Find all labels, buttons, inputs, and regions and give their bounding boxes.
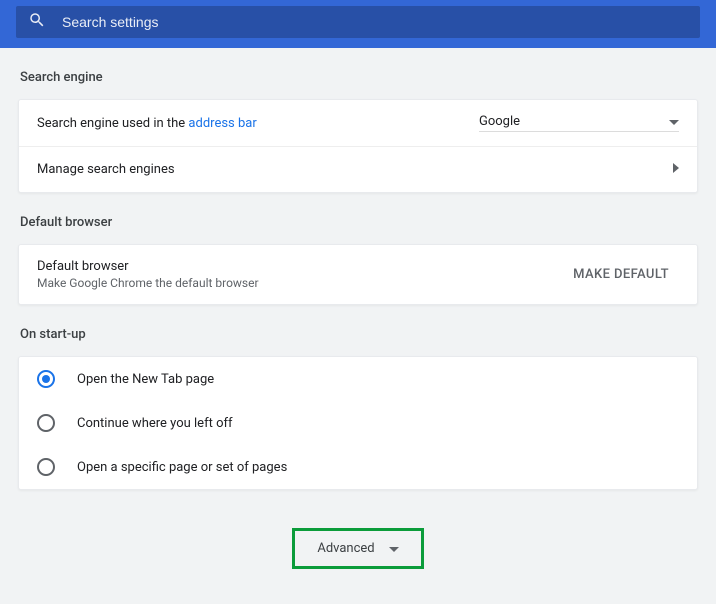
search-engine-label: Search engine used in the address bar (37, 116, 257, 131)
chevron-right-icon (673, 162, 679, 177)
radio-icon (37, 458, 55, 476)
search-settings-box[interactable] (16, 6, 700, 38)
highlight-annotation: Advanced (292, 528, 423, 569)
section-title-startup: On start-up (18, 305, 698, 356)
default-browser-row-sub: Make Google Chrome the default browser (37, 276, 259, 290)
radio-icon (37, 414, 55, 432)
settings-content: Search engine Search engine used in the … (0, 48, 716, 589)
search-engine-row: Search engine used in the address bar Go… (19, 100, 697, 146)
radio-label: Open the New Tab page (77, 372, 214, 387)
manage-search-engines-row[interactable]: Manage search engines (19, 146, 697, 192)
manage-search-engines-label: Manage search engines (37, 162, 175, 177)
radio-label: Open a specific page or set of pages (77, 460, 287, 475)
startup-option-new-tab[interactable]: Open the New Tab page (19, 357, 697, 401)
advanced-section: Advanced (18, 528, 698, 569)
default-browser-row: Default browser Make Google Chrome the d… (19, 245, 697, 304)
row-text: Search engine used in the (37, 116, 188, 131)
caret-down-icon (669, 114, 679, 129)
search-engine-select[interactable]: Google (479, 114, 679, 132)
default-browser-card: Default browser Make Google Chrome the d… (18, 244, 698, 305)
startup-option-continue[interactable]: Continue where you left off (19, 401, 697, 445)
address-bar-link[interactable]: address bar (188, 116, 256, 131)
advanced-label: Advanced (317, 541, 374, 556)
advanced-toggle[interactable]: Advanced (295, 531, 420, 566)
search-icon (28, 11, 46, 33)
caret-down-icon (375, 541, 399, 556)
search-input[interactable] (62, 14, 688, 30)
section-title-default-browser: Default browser (18, 193, 698, 244)
default-browser-row-title: Default browser (37, 259, 259, 274)
startup-card: Open the New Tab page Continue where you… (18, 356, 698, 490)
radio-icon (37, 370, 55, 388)
radio-label: Continue where you left off (77, 416, 233, 431)
selected-engine-text: Google (479, 114, 520, 129)
section-title-search-engine: Search engine (18, 48, 698, 99)
make-default-button[interactable]: Make default (563, 261, 679, 288)
startup-option-specific-pages[interactable]: Open a specific page or set of pages (19, 445, 697, 489)
header-bar (0, 0, 716, 48)
search-engine-card: Search engine used in the address bar Go… (18, 99, 698, 193)
